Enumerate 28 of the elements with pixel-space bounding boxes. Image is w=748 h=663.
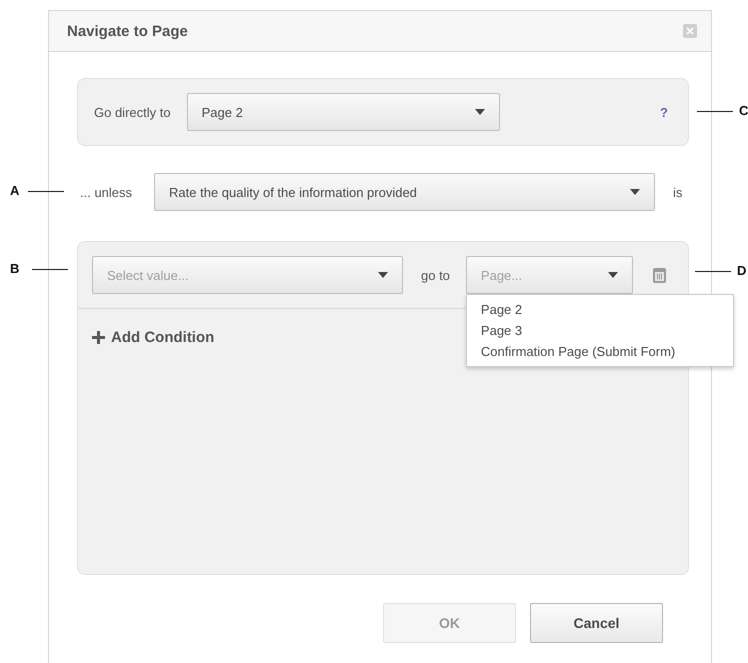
callout-label: A <box>10 183 20 198</box>
menu-item[interactable]: Confirmation Page (Submit Form) <box>466 341 733 362</box>
field-label: Go directly to <box>94 104 171 120</box>
add-condition-link[interactable]: Add Condition <box>111 329 214 346</box>
callout-label: D <box>737 263 746 278</box>
callout-label: B <box>10 261 20 276</box>
callout-label: C <box>739 103 748 118</box>
caret-icon <box>474 109 485 115</box>
page-dropdown[interactable]: Page 2 <box>186 93 500 131</box>
trash-icon[interactable] <box>652 268 666 282</box>
dialog-title: Navigate to Page <box>67 22 188 40</box>
close-icon[interactable] <box>683 24 697 38</box>
caret-icon <box>378 272 388 278</box>
field-label: is <box>673 184 682 200</box>
field-label: go to <box>421 268 450 282</box>
caret-icon <box>608 272 618 278</box>
leader-line <box>32 269 68 270</box>
caret-icon <box>630 189 640 195</box>
field-label: ... unless <box>80 184 132 200</box>
menu-item[interactable]: Page 3 <box>466 320 733 341</box>
dialog-button[interactable]: Cancel <box>530 603 663 643</box>
menu-item[interactable]: Page 2 <box>466 299 733 320</box>
question-dropdown[interactable]: Rate the quality of the information provided <box>154 173 656 211</box>
help-link[interactable]: ? <box>660 104 668 120</box>
plus-icon[interactable] <box>92 331 105 344</box>
leader-line <box>697 111 733 112</box>
leader-line <box>28 191 64 192</box>
leader-line <box>695 271 731 272</box>
